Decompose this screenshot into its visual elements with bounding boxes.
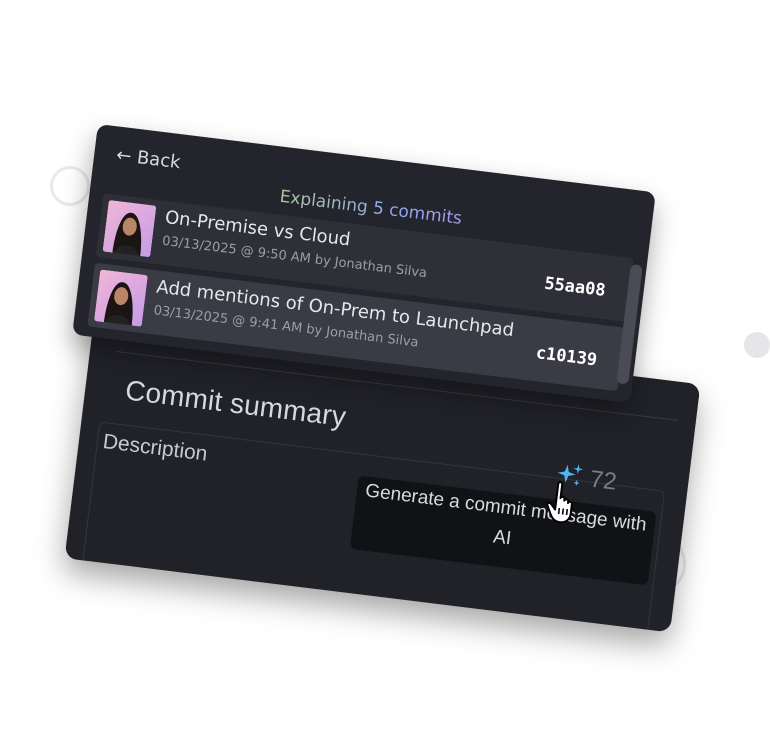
avatar xyxy=(93,269,148,327)
commit-hash: c10139 xyxy=(534,343,599,371)
character-count: 72 xyxy=(588,465,619,496)
arrow-left-icon: ← xyxy=(115,144,133,168)
commit-hash: 55aa08 xyxy=(543,273,607,302)
commit-summary-title: Commit summary xyxy=(123,374,348,433)
decorative-dot-right xyxy=(744,332,770,358)
avatar xyxy=(102,199,157,258)
decorative-ring-left xyxy=(50,166,90,206)
hand-pointer-icon xyxy=(546,481,573,524)
